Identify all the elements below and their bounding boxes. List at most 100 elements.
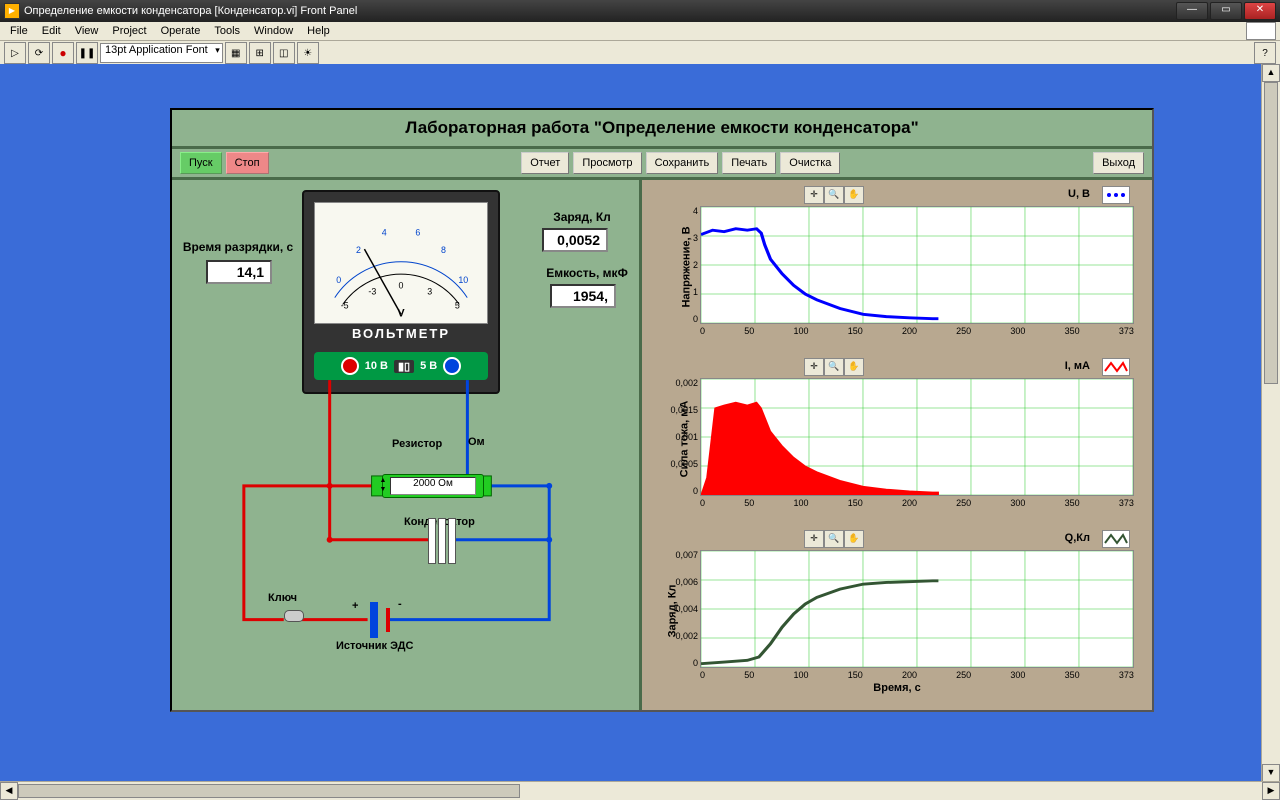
time-value: 14,1 (206, 260, 272, 284)
voltmeter-blue-jack-icon (443, 357, 461, 375)
resize-button[interactable]: ◫ (273, 42, 295, 64)
print-button[interactable]: Печать (722, 152, 776, 174)
distribute-button[interactable]: ⊞ (249, 42, 271, 64)
toolbar: ▷ ⟳ ● ❚❚ 13pt Application Font ▦ ⊞ ◫ ☀ ? (0, 41, 1280, 66)
menu-file[interactable]: File (4, 23, 34, 39)
start-button[interactable]: Пуск (180, 152, 222, 174)
svg-text:-5: -5 (341, 300, 349, 310)
menu-edit[interactable]: Edit (36, 23, 67, 39)
app-icon: ▶ (4, 3, 20, 19)
panel-toolbar: Пуск Стоп Отчет Просмотр Сохранить Печат… (172, 149, 1152, 180)
chart1-yticks: 43210 (662, 206, 698, 324)
chart-zoom-icon[interactable]: 🔍 (824, 186, 844, 204)
source-pos-icon (386, 608, 390, 632)
svg-text:8: 8 (441, 245, 446, 255)
charge-value: 0,0052 (542, 228, 608, 252)
front-panel-canvas: Лабораторная работа "Определение емкости… (0, 64, 1262, 782)
chart-crosshair-icon[interactable]: ✛ (804, 186, 824, 204)
pause-button[interactable]: ❚❚ (76, 42, 98, 64)
chart1-xticks: 050100150200250300350373 (700, 326, 1134, 336)
resistor-unit: Ом (468, 436, 485, 448)
chart3-yticks: 0,0070,0060,0040,0020 (662, 550, 698, 668)
chart-pan-icon[interactable]: ✋ (844, 186, 864, 204)
svg-text:4: 4 (382, 227, 387, 237)
chart3-xticks: 050100150200250300350373 (700, 670, 1134, 680)
menubar: File Edit View Project Operate Tools Win… (0, 22, 1280, 41)
svg-text:0: 0 (336, 275, 341, 285)
voltmeter-dial: 024 6810 -5-30 35 V (314, 202, 488, 324)
chart-pan-icon[interactable]: ✋ (844, 358, 864, 376)
svg-text:3: 3 (427, 287, 432, 297)
menu-tools[interactable]: Tools (208, 23, 246, 39)
maximize-button[interactable]: ▭ (1210, 2, 1242, 20)
capacity-value: 1954, (550, 284, 616, 308)
titlebar: ▶ Определение емкости конденсатора [Конд… (0, 0, 1280, 22)
chart1-plot[interactable] (700, 206, 1134, 324)
voltmeter-toggle[interactable]: ▮▯ (394, 360, 414, 373)
switch-toggle[interactable] (284, 610, 304, 622)
chart-legend-icon[interactable] (1102, 530, 1130, 548)
chart3-plot[interactable] (700, 550, 1134, 668)
report-button[interactable]: Отчет (521, 152, 569, 174)
menu-operate[interactable]: Operate (155, 23, 207, 39)
svg-text:-3: -3 (368, 287, 376, 297)
source-label: Источник ЭДС (336, 640, 413, 652)
chart2-yticks: 0,0020,00150,0010,00050 (662, 378, 698, 496)
chart-zoom-icon[interactable]: 🔍 (824, 358, 844, 376)
svg-text:0: 0 (399, 281, 404, 291)
resistor-label: Резистор (392, 438, 442, 450)
preview-button[interactable]: Просмотр (573, 152, 641, 174)
chart-pan-icon[interactable]: ✋ (844, 530, 864, 548)
chart-zoom-icon[interactable]: 🔍 (824, 530, 844, 548)
minimize-button[interactable]: — (1176, 2, 1208, 20)
help-button[interactable]: ? (1254, 42, 1276, 64)
chart2-plot[interactable] (700, 378, 1134, 496)
panel-title: Лабораторная работа "Определение емкости… (172, 110, 1152, 149)
voltmeter-label: ВОЛЬТМЕТР (304, 326, 498, 341)
svg-text:5: 5 (455, 300, 460, 310)
run-button[interactable]: ▷ (4, 42, 26, 64)
charts-pane: ✛ 🔍 ✋ U, В Напряжение, В 43210 (639, 180, 1152, 710)
voltmeter-range: 10 В ▮▯ 5 В (314, 352, 488, 380)
svg-text:2: 2 (356, 245, 361, 255)
voltmeter-red-jack-icon (341, 357, 359, 375)
clear-button[interactable]: Очистка (780, 152, 840, 174)
horizontal-scrollbar[interactable]: ◀▶ (0, 781, 1280, 800)
chart-crosshair-icon[interactable]: ✛ (804, 530, 824, 548)
menu-window[interactable]: Window (248, 23, 299, 39)
vi-icon[interactable] (1246, 22, 1276, 40)
chart-legend-icon[interactable] (1102, 358, 1130, 376)
chart-voltage: ✛ 🔍 ✋ U, В Напряжение, В 43210 (644, 182, 1150, 352)
chart2-xticks: 050100150200250300350373 (700, 498, 1134, 508)
svg-text:6: 6 (415, 227, 420, 237)
chart-crosshair-icon[interactable]: ✛ (804, 358, 824, 376)
menu-help[interactable]: Help (301, 23, 336, 39)
switch-label: Ключ (268, 592, 297, 604)
charge-label: Заряд, Кл (532, 210, 632, 224)
reorder-button[interactable]: ☀ (297, 42, 319, 64)
capacitor-icon (424, 518, 460, 564)
chart-charge: ✛ 🔍 ✋ Q,Кл Заряд, Кл 0,0070,0060,0040,00… (644, 526, 1150, 696)
stop-button[interactable]: Стоп (226, 152, 269, 174)
minus-label: - (398, 598, 402, 610)
save-button[interactable]: Сохранить (646, 152, 719, 174)
resistor-value[interactable]: 2000 Ом (390, 477, 476, 495)
capacity-label: Емкость, мкФ (532, 266, 642, 280)
menu-view[interactable]: View (69, 23, 105, 39)
run-continuous-button[interactable]: ⟳ (28, 42, 50, 64)
plus-label: + (352, 600, 358, 612)
align-button[interactable]: ▦ (225, 42, 247, 64)
window-title: Определение емкости конденсатора [Конден… (24, 5, 357, 17)
chart-legend-icon[interactable] (1102, 186, 1130, 204)
resistor-stepper[interactable]: ▲▼ (378, 476, 388, 494)
exit-button[interactable]: Выход (1093, 152, 1144, 174)
abort-button[interactable]: ● (52, 42, 74, 64)
time-label: Время разрядки, с (178, 240, 298, 254)
chart-current: ✛ 🔍 ✋ I, мА Сила тока, мА 0,0020,00150,0… (644, 354, 1150, 524)
menu-project[interactable]: Project (106, 23, 152, 39)
font-selector[interactable]: 13pt Application Font (100, 43, 223, 63)
close-button[interactable]: ✕ (1244, 2, 1276, 20)
svg-text:10: 10 (458, 275, 468, 285)
vertical-scrollbar[interactable]: ▲▼ (1261, 64, 1280, 782)
voltmeter: 024 6810 -5-30 35 V (302, 190, 500, 394)
